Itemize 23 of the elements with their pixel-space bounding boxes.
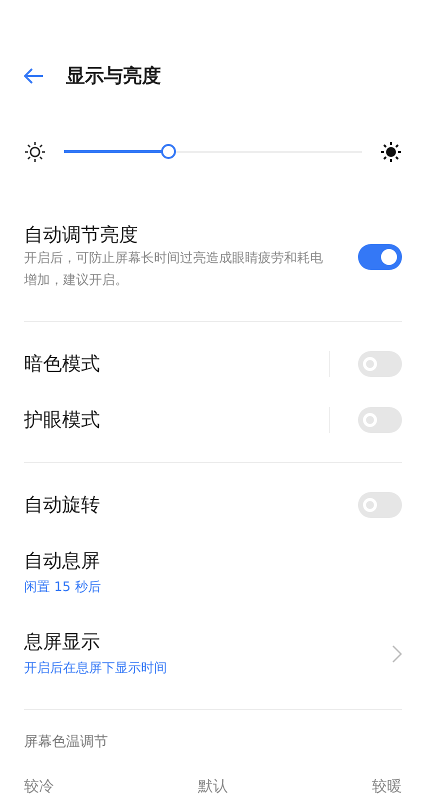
temperature-label: 默认 — [198, 776, 228, 796]
chevron-right-icon — [392, 645, 402, 663]
sun-outline-icon — [24, 140, 46, 162]
toggle-switch[interactable] — [358, 492, 402, 518]
sun-filled-icon — [380, 140, 402, 162]
temperature-label: 较暖 — [372, 776, 402, 796]
toggle-switch[interactable] — [358, 244, 402, 270]
setting-label: 自动息屏 — [24, 548, 101, 574]
setting-value: 闲置 15 秒后 — [24, 578, 102, 596]
setting-label: 息屏显示 — [24, 630, 101, 654]
setting-label: 护眼模式 — [24, 408, 101, 432]
setting-label: 自动旋转 — [24, 492, 101, 518]
back-arrow-icon[interactable] — [24, 68, 44, 84]
page-title: 显示与亮度 — [66, 64, 161, 89]
setting-value: 开启后在息屏下显示时间 — [24, 660, 168, 678]
setting-label: 自动调节亮度 — [24, 222, 139, 248]
setting-description: 开启后，可防止屏幕长时间过亮造成眼睛疲劳和耗电增加，建议开启。 — [24, 250, 324, 290]
toggle-switch[interactable] — [358, 350, 402, 376]
setting-label: 暗色模式 — [24, 352, 101, 376]
toggle-switch[interactable] — [358, 406, 402, 432]
temperature-label: 较冷 — [24, 776, 54, 796]
section-header: 屏幕色温调节 — [24, 732, 109, 752]
brightness-slider[interactable] — [64, 144, 362, 160]
